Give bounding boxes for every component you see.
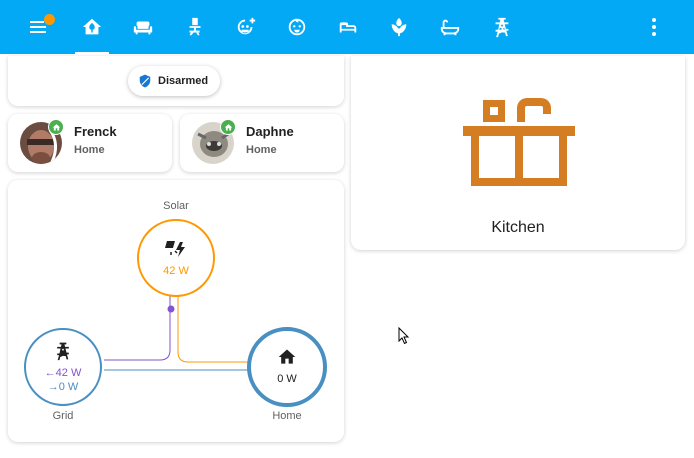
arrow-left-icon: ← [44,367,56,379]
arrow-right-icon: → [47,381,59,393]
tab-bedroom[interactable] [323,0,373,54]
solar-label: Solar [163,200,189,212]
person-state: Home [246,144,277,156]
grid-label: Grid [52,410,74,422]
grid-return-row: →0 W [26,381,100,393]
bathtub-icon [440,19,460,36]
home-icon [52,123,60,130]
home-node[interactable]: 0 W [247,327,327,407]
home-value: 0 W [277,373,297,385]
grid-node[interactable]: ←42 W →0 W [24,328,102,406]
solar-value: 42 W [163,265,189,277]
solar-power-icon [165,241,185,257]
tab-nursery[interactable] [272,0,322,54]
alarm-status-label: Disarmed [158,75,209,87]
energy-distribution-card: Solar 42 W ←42 W →0 W Grid 0 W Home [8,180,344,442]
tab-kids-room[interactable] [221,0,271,54]
tab-home[interactable] [67,0,117,54]
flow-dot [167,305,175,313]
sofa-icon [133,21,153,35]
top-app-bar [0,0,694,54]
person-card-daphne[interactable]: Daphne Home [180,114,344,172]
home-label: Home [272,410,302,422]
baby-face-icon [288,18,306,36]
area-name: Kitchen [491,219,545,236]
countertop-icon [463,98,575,186]
shield-check-icon [139,74,151,88]
person-card-frenck[interactable]: Frenck Home [8,114,172,172]
menu-icon [30,21,44,23]
tab-living-room[interactable] [118,0,168,54]
bed-icon [339,22,357,33]
home-icon [278,349,296,364]
home-icon [82,18,102,35]
flower-icon [391,17,407,37]
overflow-menu-button[interactable] [640,14,668,40]
menu-button[interactable] [24,12,55,42]
tab-office[interactable] [170,0,220,54]
home-icon [224,123,232,130]
notification-dot [44,14,55,25]
solar-node[interactable]: 42 W [137,219,215,297]
person-name: Frenck [74,124,117,139]
tab-bathroom[interactable] [425,0,475,54]
grid-consumption-value: 42 W [55,367,82,379]
transmission-tower-icon [495,17,509,38]
person-state: Home [74,144,105,156]
tab-garden[interactable] [374,0,424,54]
person-name: Daphne [246,124,294,139]
emoticon-plus-icon [237,17,256,35]
mouse-cursor-icon [398,327,410,345]
tab-energy[interactable] [477,0,527,54]
grid-return-value: 0 W [58,381,79,393]
home-badge [220,119,236,135]
grid-consumption-row: ←42 W [26,367,100,379]
desk-chair-icon [189,17,201,36]
area-card-kitchen[interactable]: Kitchen [351,56,685,250]
home-badge [48,119,64,135]
alarm-status-chip[interactable]: Disarmed [128,66,221,96]
transmission-tower-icon [57,342,69,361]
